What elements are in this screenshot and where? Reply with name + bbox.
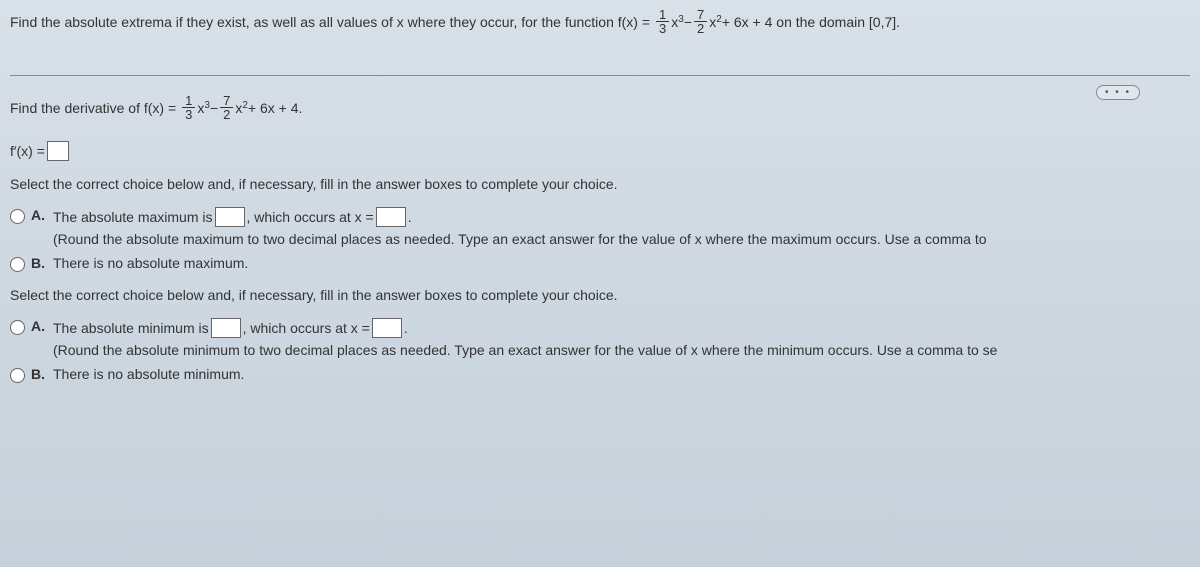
select-instruction-2: Select the correct choice below and, if …: [10, 287, 1190, 303]
max-text-3: .: [408, 209, 412, 225]
question-header: Find the absolute extrema if they exist,…: [10, 8, 1190, 35]
label-max-b: B.: [31, 255, 45, 271]
max-choice-b: B. There is no absolute maximum.: [10, 255, 1190, 272]
frac-7-2: 7 2: [694, 8, 707, 35]
min-choice-a: A. The absolute minimum is , which occur…: [10, 318, 1190, 358]
max-text-b: There is no absolute maximum.: [53, 255, 248, 271]
max-hint: (Round the absolute maximum to two decim…: [53, 231, 1190, 247]
fprime-row: f′(x) =: [10, 141, 1190, 161]
min-choice-b: B. There is no absolute minimum.: [10, 366, 1190, 383]
max-choice-a: A. The absolute maximum is , which occur…: [10, 207, 1190, 247]
derivative-formula: 1 3 x3 − 7 2 x2 + 6x + 4.: [180, 94, 302, 121]
max-x-input[interactable]: [376, 207, 406, 227]
frac-7-2-b: 7 2: [220, 94, 233, 121]
derivative-prompt: Find the derivative of f(x) = 1 3 x3 − 7…: [10, 94, 1190, 121]
fprime-label: f′(x) =: [10, 143, 45, 159]
divider: [10, 75, 1190, 76]
header-prefix: Find the absolute extrema if they exist,…: [10, 14, 650, 30]
min-text-1: The absolute minimum is: [53, 320, 209, 336]
radio-max-b[interactable]: [10, 257, 25, 272]
min-text-2: , which occurs at x =: [243, 320, 370, 336]
more-options-button[interactable]: • • •: [1096, 85, 1140, 100]
derivative-prefix: Find the derivative of f(x) =: [10, 100, 176, 116]
label-max-a: A.: [31, 207, 45, 223]
min-hint: (Round the absolute minimum to two decim…: [53, 342, 1190, 358]
min-x-input[interactable]: [372, 318, 402, 338]
fprime-input[interactable]: [47, 141, 69, 161]
select-instruction-1: Select the correct choice below and, if …: [10, 176, 1190, 192]
max-text-1: The absolute maximum is: [53, 209, 213, 225]
frac-1-3-b: 1 3: [182, 94, 195, 121]
min-text-b: There is no absolute minimum.: [53, 366, 244, 382]
radio-max-a[interactable]: [10, 209, 25, 224]
header-formula: 1 3 x3 − 7 2 x2 + 6x + 4 on the domain […: [654, 8, 900, 35]
question-content: Find the absolute extrema if they exist,…: [0, 0, 1200, 399]
label-min-a: A.: [31, 318, 45, 334]
min-text-3: .: [404, 320, 408, 336]
label-min-b: B.: [31, 366, 45, 382]
max-text-2: , which occurs at x =: [247, 209, 374, 225]
max-value-input[interactable]: [215, 207, 245, 227]
min-value-input[interactable]: [211, 318, 241, 338]
radio-min-b[interactable]: [10, 368, 25, 383]
radio-min-a[interactable]: [10, 320, 25, 335]
frac-1-3: 1 3: [656, 8, 669, 35]
